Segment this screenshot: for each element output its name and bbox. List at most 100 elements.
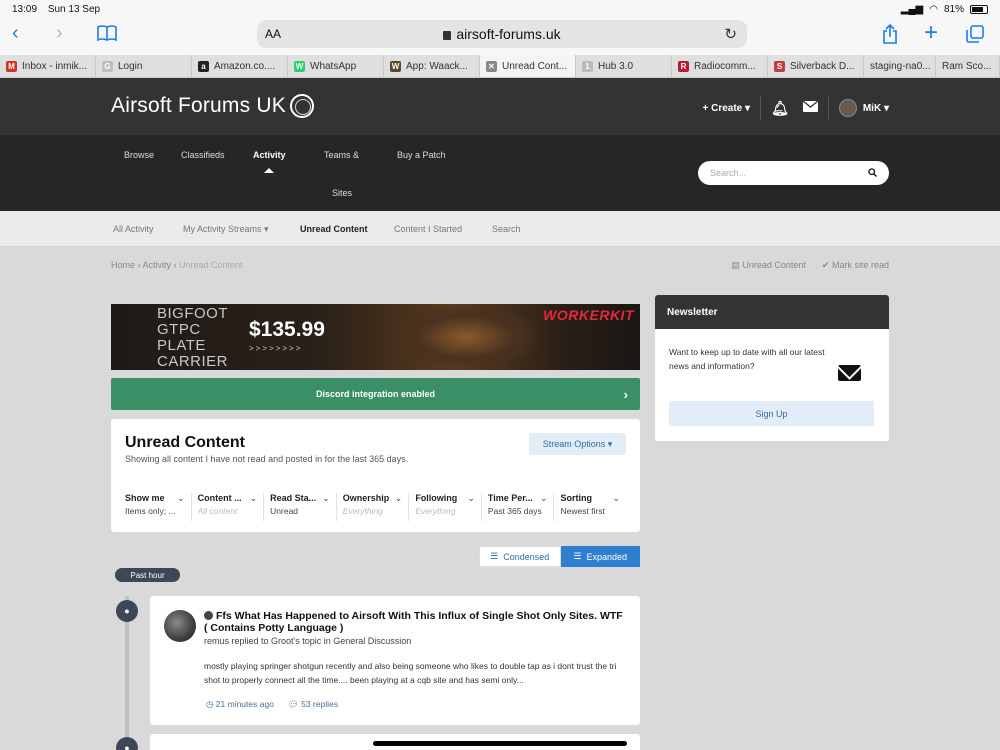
filter-label: Ownership bbox=[342, 493, 390, 503]
ios-status-bar: 13:09 Sun 13 Sep ▂▄▆ ◠ 81% bbox=[0, 0, 1000, 18]
stream-filter[interactable]: Ownership Everything ⌄ bbox=[337, 493, 410, 521]
newsletter-title: Newsletter bbox=[655, 295, 889, 329]
share-icon[interactable] bbox=[882, 23, 898, 50]
stream-filter[interactable]: Time Per... Past 365 days ⌄ bbox=[482, 493, 555, 521]
nav-buy-a-patch[interactable]: Buy a Patch bbox=[397, 150, 446, 160]
condensed-view-button[interactable]: ☰ Condensed bbox=[479, 546, 561, 567]
view-toggle: ☰ Condensed ☰ Expanded bbox=[479, 546, 640, 567]
filter-label: Sorting bbox=[560, 493, 592, 503]
tabs-overview-icon[interactable] bbox=[966, 25, 984, 49]
nav-teams-sites[interactable]: Teams & bbox=[324, 150, 359, 160]
unread-content-card: Unread Content Showing all content I hav… bbox=[111, 419, 640, 532]
browser-tab[interactable]: S Silverback D... bbox=[768, 55, 864, 77]
advert-banner[interactable]: BIGFOOT GTPC PLATE CARRIER $135.99 >>>>>… bbox=[111, 304, 640, 370]
tab-favicon-icon: R bbox=[678, 61, 689, 72]
subnav-unread-content[interactable]: Unread Content bbox=[300, 224, 368, 234]
topic-title-link[interactable]: Ffs What Has Happened to Airsoft With Th… bbox=[204, 610, 629, 634]
poster-avatar[interactable] bbox=[164, 610, 196, 642]
list-icon: ☰ bbox=[490, 551, 499, 561]
tab-favicon-icon: 1 bbox=[582, 61, 593, 72]
nav-classifieds[interactable]: Classifieds bbox=[181, 150, 225, 160]
stream-options-label: Stream Options bbox=[542, 439, 606, 449]
discord-integration-bar[interactable]: Discord integration enabled › bbox=[111, 378, 640, 410]
breadcrumb-activity[interactable]: Activity bbox=[143, 260, 172, 270]
tab-label: Inbox - inmik... bbox=[22, 61, 88, 72]
activity-item: Ffs What Has Happened to Airsoft With Th… bbox=[150, 596, 640, 725]
site-logo[interactable]: Airsoft Forums UK bbox=[111, 94, 314, 118]
mark-site-read-link[interactable]: ✔ Mark site read bbox=[822, 260, 889, 271]
stream-filter[interactable]: Following Everything ⌄ bbox=[409, 493, 482, 521]
create-button[interactable]: + Create ▾ bbox=[702, 103, 750, 114]
browser-tab[interactable]: 1 Hub 3.0 bbox=[576, 55, 672, 77]
browser-tab[interactable]: ✕ Unread Cont... bbox=[480, 55, 576, 77]
subnav-search[interactable]: Search bbox=[492, 224, 521, 234]
newsletter-signup-button[interactable]: Sign Up bbox=[669, 401, 874, 426]
browser-tab[interactable]: R Radiocomm... bbox=[672, 55, 768, 77]
wifi-icon: ◠ bbox=[929, 3, 938, 15]
stream-filter[interactable]: Content ... All content ⌄ bbox=[192, 493, 265, 521]
filter-value: Everything bbox=[342, 506, 383, 516]
browser-tab[interactable]: G Login bbox=[96, 55, 192, 77]
browser-tab[interactable]: a Amazon.co.... bbox=[192, 55, 288, 77]
post-replies-label: 53 replies bbox=[301, 699, 338, 709]
nav-teams-sites-line2[interactable]: Sites bbox=[332, 188, 352, 198]
post-replies[interactable]: 💬︎ 53 replies bbox=[288, 699, 338, 710]
address-bar[interactable]: AA airsoft-forums.uk ↻ bbox=[257, 20, 747, 48]
nav-browse[interactable]: Browse bbox=[124, 150, 154, 160]
tab-favicon-icon: W bbox=[294, 61, 305, 72]
forward-icon[interactable]: › bbox=[56, 22, 63, 45]
unread-content-link[interactable]: ▤ Unread Content bbox=[731, 260, 806, 271]
expanded-label: Expanded bbox=[586, 551, 628, 562]
mark-site-read-label: Mark site read bbox=[831, 260, 889, 270]
browser-tab[interactable]: Ram Sco... bbox=[936, 55, 1000, 77]
browser-tab[interactable]: M Inbox - inmik... bbox=[0, 55, 96, 77]
banner-brand-logo: WORKERKIT bbox=[543, 307, 634, 323]
activity-subnav: All Activity My Activity Streams ▾ Unrea… bbox=[0, 211, 1000, 247]
back-icon[interactable]: ‹ bbox=[12, 22, 19, 45]
active-nav-caret-icon bbox=[264, 168, 274, 173]
expanded-view-button[interactable]: ☰ Expanded bbox=[560, 546, 640, 567]
tab-label: WhatsApp bbox=[310, 61, 357, 72]
stream-filter[interactable]: Read Sta... Unread ⌄ bbox=[264, 493, 337, 521]
tab-favicon-icon: G bbox=[102, 61, 113, 72]
messages-envelope-icon[interactable] bbox=[802, 100, 819, 115]
bookmarks-icon[interactable] bbox=[97, 24, 117, 47]
tab-label: staging-na0... bbox=[870, 61, 931, 72]
tab-label: App: Waack... bbox=[406, 61, 468, 72]
new-tab-icon[interactable]: + bbox=[924, 19, 938, 47]
browser-tab-strip: M Inbox - inmik... G Login a Amazon.co.... W Wh… bbox=[0, 55, 1000, 78]
battery-icon bbox=[970, 4, 988, 14]
subnav-my-activity-streams[interactable]: My Activity Streams ▾ bbox=[183, 224, 269, 235]
reader-aa-button[interactable]: AA bbox=[265, 27, 281, 41]
nav-activity[interactable]: Activity bbox=[253, 150, 286, 160]
filter-value: Everything bbox=[415, 506, 456, 516]
browser-tab[interactable]: staging-na0... bbox=[864, 55, 936, 77]
plate-carrier-image bbox=[391, 304, 541, 370]
chevron-down-icon: ⌄ bbox=[394, 493, 403, 503]
status-date: Sun 13 Sep bbox=[47, 3, 101, 15]
user-avatar[interactable] bbox=[838, 99, 857, 117]
breadcrumb-home[interactable]: Home bbox=[111, 260, 135, 270]
stream-filter[interactable]: Show me Items only; ... ⌄ bbox=[125, 493, 192, 521]
site-search-input[interactable]: Search... bbox=[698, 161, 889, 185]
stream-options-button[interactable]: Stream Options ▾ bbox=[529, 433, 626, 455]
tab-favicon-icon: W bbox=[390, 61, 401, 72]
post-time[interactable]: ◷ 21 minutes ago bbox=[206, 699, 274, 710]
subnav-content-i-started[interactable]: Content I Started bbox=[394, 224, 462, 234]
search-icon[interactable] bbox=[868, 167, 878, 179]
banner-line1: BIGFOOT bbox=[157, 305, 228, 322]
page-title: Unread Content bbox=[125, 434, 245, 451]
reload-icon[interactable]: ↻ bbox=[724, 25, 737, 43]
stream-filter[interactable]: Sorting Newest first ⌄ bbox=[554, 493, 626, 521]
subnav-all-activity[interactable]: All Activity bbox=[113, 224, 154, 234]
tab-favicon-icon: S bbox=[774, 61, 785, 72]
chevron-down-icon: ⌄ bbox=[539, 493, 548, 503]
user-menu[interactable]: MiK ▾ bbox=[863, 103, 889, 114]
site-logo-text: Airsoft Forums UK bbox=[111, 94, 286, 117]
browser-tab[interactable]: W App: Waack... bbox=[384, 55, 480, 77]
discord-text: Discord integration enabled bbox=[315, 389, 436, 399]
comment-bubble-icon: ● bbox=[116, 737, 138, 750]
notifications-bell-icon[interactable]: 🔔︎ bbox=[771, 100, 789, 117]
chevron-down-icon: ⌄ bbox=[467, 493, 475, 503]
browser-tab[interactable]: W WhatsApp bbox=[288, 55, 384, 77]
